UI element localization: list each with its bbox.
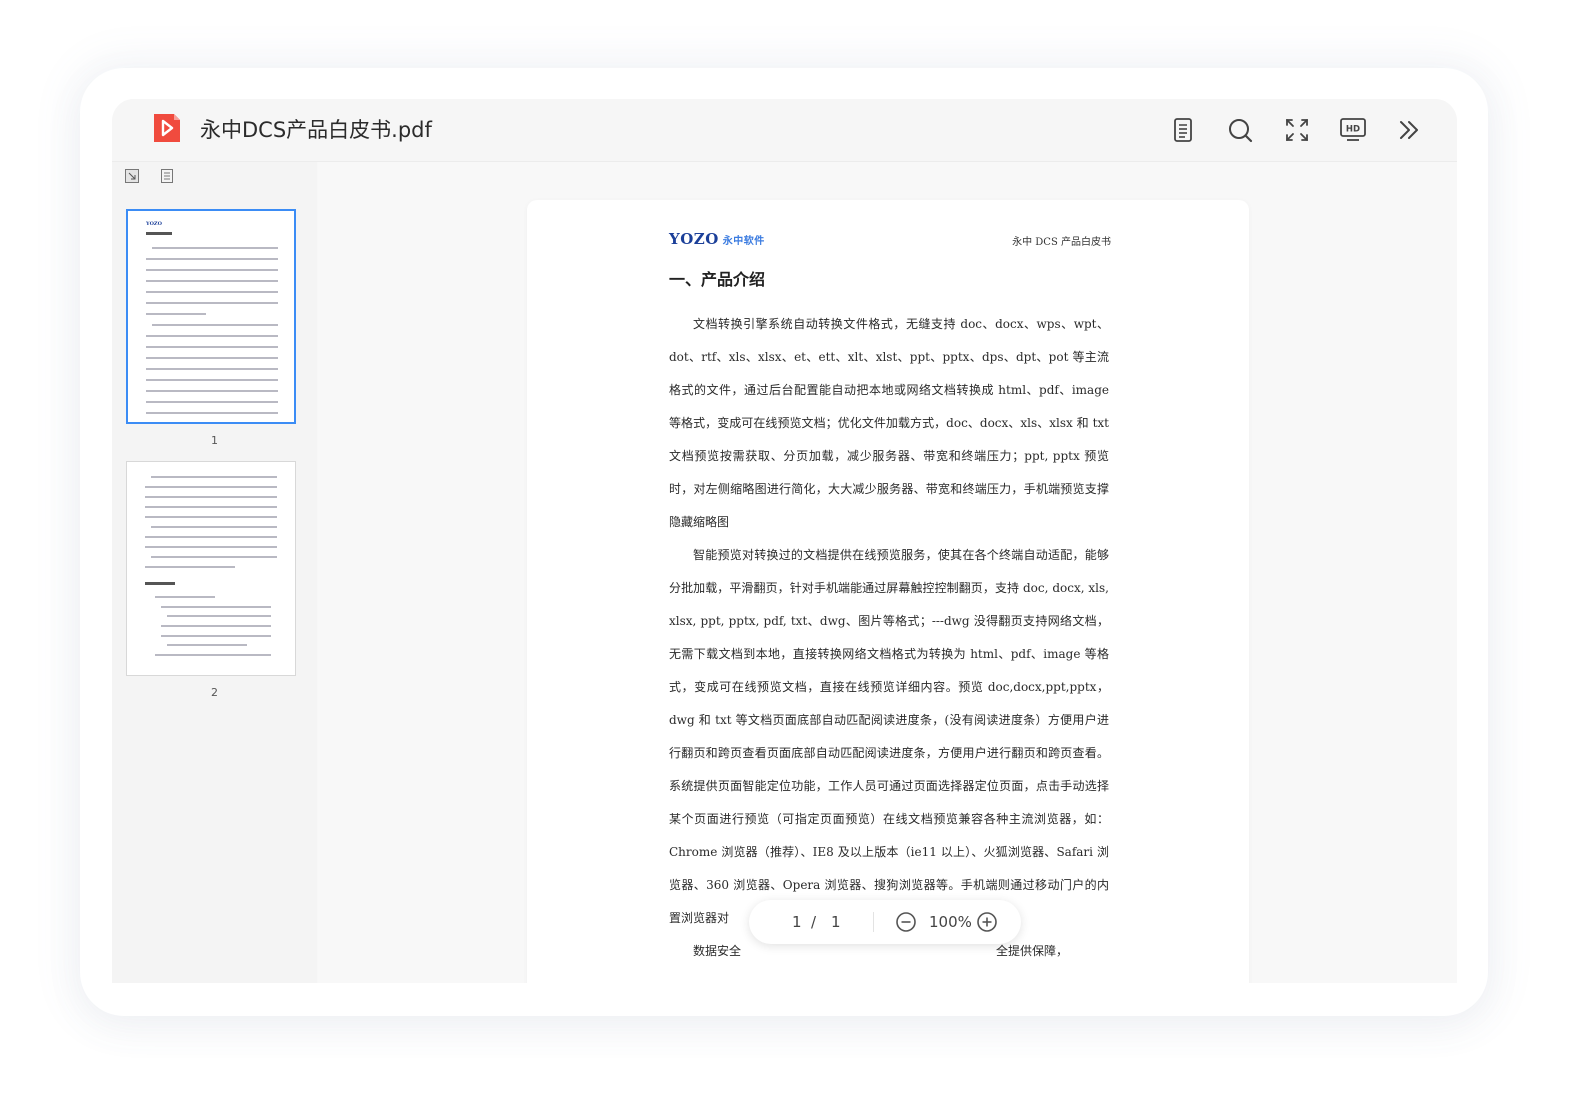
- paragraph-1: 文档转换引擎系统自动转换文件格式，无缝支持 doc、docx、wps、wpt、d…: [669, 317, 1109, 529]
- hd-icon[interactable]: HD: [1338, 115, 1368, 145]
- yozo-logo: YOZO 永中软件: [669, 230, 765, 248]
- thumbnail-page-number: 2: [211, 686, 218, 699]
- thumbnail-view-icon[interactable]: [124, 168, 140, 184]
- page-navigator: 1 / 1 100%: [749, 900, 1021, 944]
- thumbnail-page-1[interactable]: YOZO: [126, 209, 296, 424]
- pdf-file-icon: [152, 112, 182, 144]
- total-pages: 1: [831, 913, 841, 931]
- pdf-viewer: 永中DCS产品白皮书.pdf HD YOZO 1 2 YOZO 永中软件 永中 …: [112, 99, 1457, 983]
- top-toolbar: 永中DCS产品白皮书.pdf HD: [112, 99, 1457, 162]
- thumbnail-sidebar: YOZO 1 2: [112, 162, 317, 983]
- zoom-in-icon[interactable]: [976, 911, 998, 933]
- thumbnail-page-number: 1: [211, 434, 218, 447]
- pager-divider: [873, 912, 874, 932]
- section-heading: 一、产品介绍: [669, 270, 766, 289]
- outline-view-icon[interactable]: [159, 168, 175, 184]
- paragraph-2: 智能预览对转换过的文档提供在线预览服务，使其在各个终端自动适配，能够分批加载，平…: [669, 548, 1109, 925]
- more-icon[interactable]: [1394, 115, 1424, 145]
- page-header-text: 永中 DCS 产品白皮书: [1012, 237, 1111, 248]
- file-title: 永中DCS产品白皮书.pdf: [200, 118, 432, 142]
- zoom-out-icon[interactable]: [895, 911, 917, 933]
- fullscreen-icon[interactable]: [1282, 115, 1312, 145]
- outline-icon[interactable]: [1168, 115, 1198, 145]
- thumbnail-page-2[interactable]: [126, 461, 296, 676]
- pdf-page: YOZO 永中软件 永中 DCS 产品白皮书 一、产品介绍 文档转换引擎系统自动转…: [527, 200, 1249, 983]
- search-icon[interactable]: [1225, 115, 1255, 145]
- current-page[interactable]: 1: [792, 913, 802, 931]
- zoom-level: 100%: [929, 913, 972, 931]
- document-viewport[interactable]: YOZO 永中软件 永中 DCS 产品白皮书 一、产品介绍 文档转换引擎系统自动转…: [318, 162, 1457, 983]
- page-separator: /: [811, 913, 817, 931]
- paragraph-3-trailing: 全提供保障，: [996, 944, 1069, 958]
- thumb-logo: YOZO: [146, 221, 162, 227]
- hd-label: HD: [1346, 125, 1360, 135]
